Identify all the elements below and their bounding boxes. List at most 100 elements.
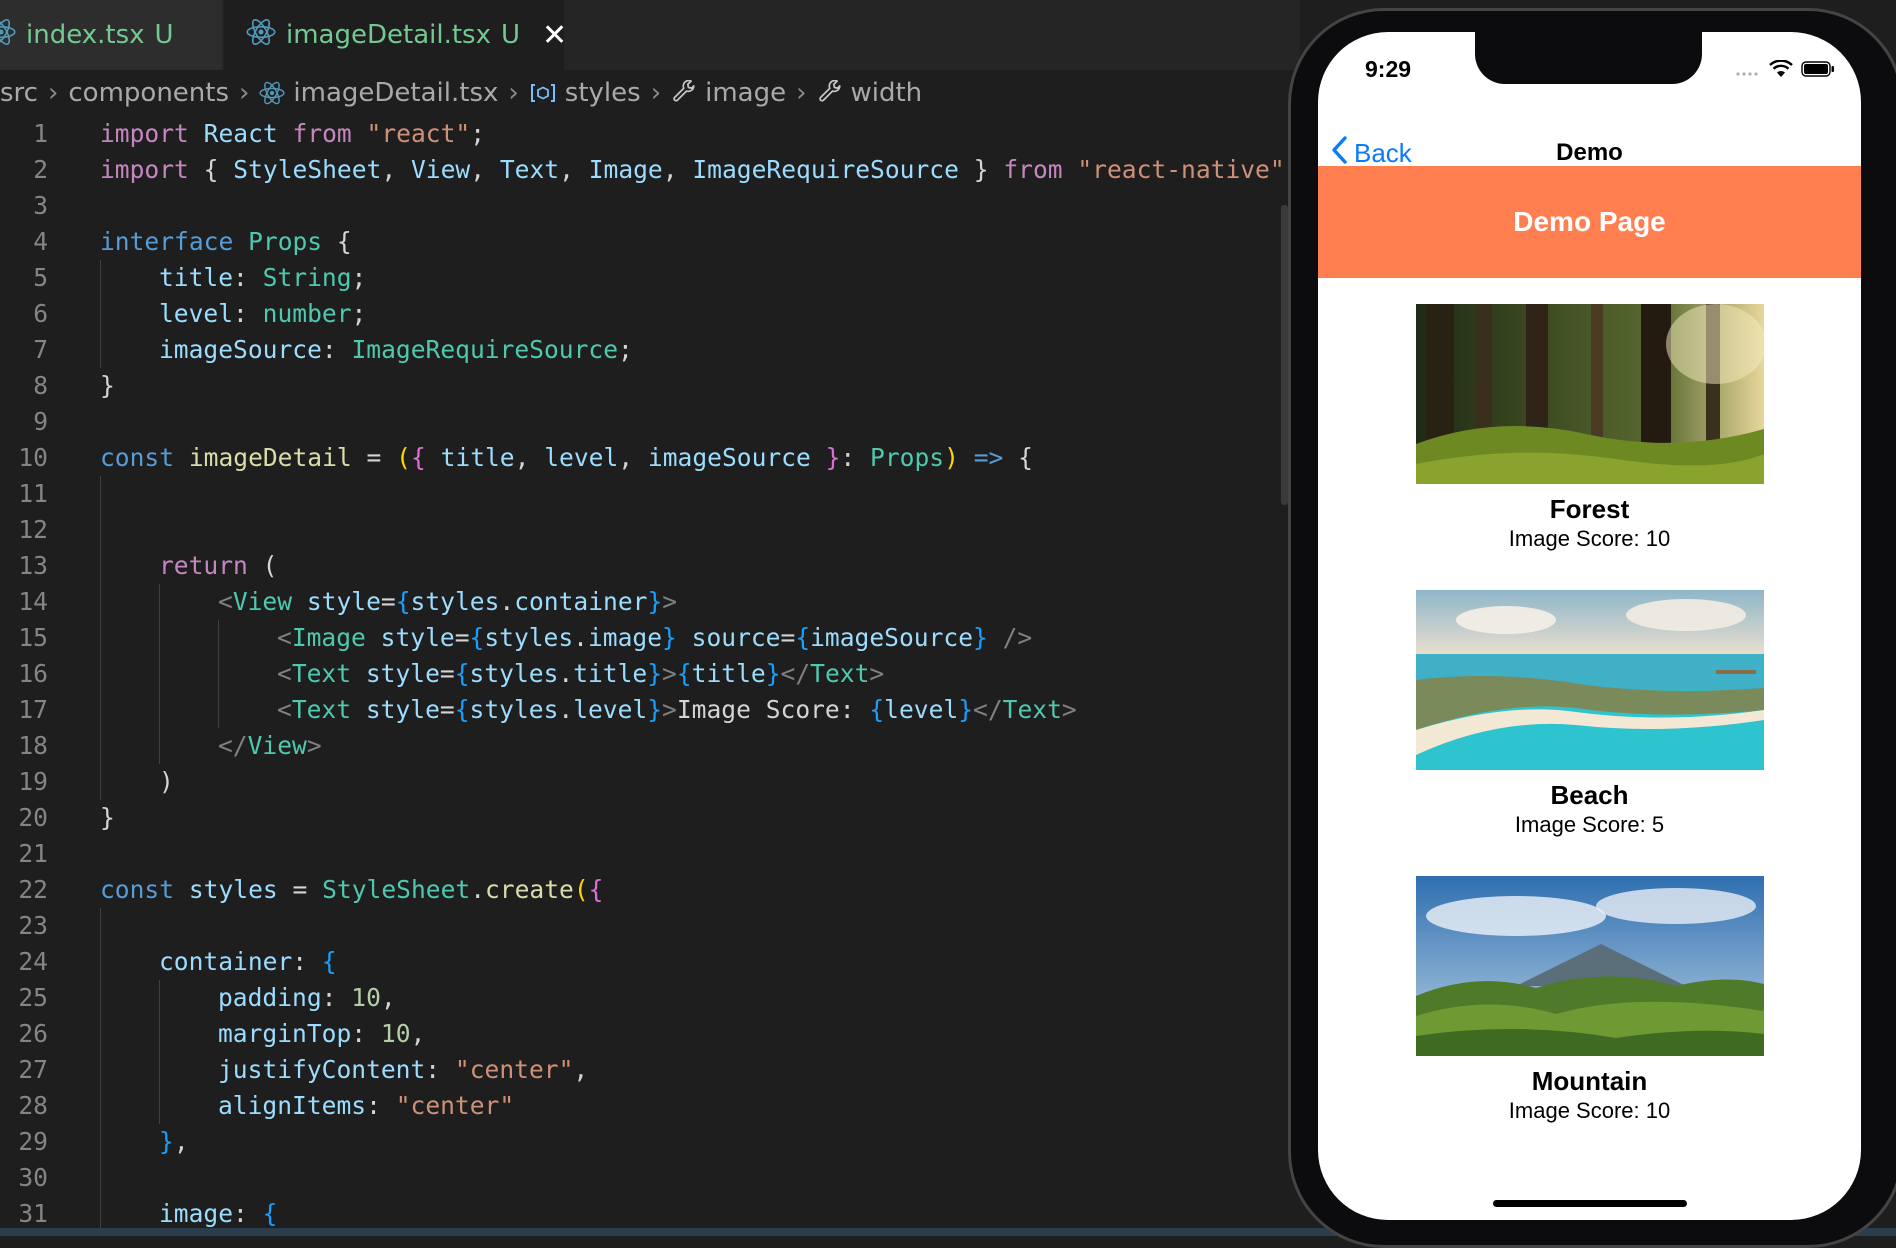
indent-guide (100, 728, 101, 764)
code-line[interactable]: 5 title: String; (0, 260, 1290, 296)
editor-scrollbar[interactable] (1281, 205, 1288, 505)
code-token: View (247, 731, 307, 760)
code-line[interactable]: 11 (0, 476, 1290, 512)
line-number: 28 (18, 1091, 48, 1120)
code-line[interactable]: 17 <Text style={styles.level}>Image Score… (0, 692, 1290, 728)
code-line[interactable]: 18 </View> (0, 728, 1290, 764)
code-line[interactable]: 6 level: number; (0, 296, 1290, 332)
code-token: = (454, 623, 470, 652)
line-number: 27 (18, 1055, 48, 1084)
code-token: const (100, 443, 189, 472)
code-token: , (380, 983, 396, 1012)
code-line[interactable]: 3 (0, 188, 1290, 224)
indent-guide (100, 692, 101, 728)
code-text: import { StyleSheet, View, Text, Image, … (100, 152, 1299, 188)
code-token: justifyContent (218, 1055, 426, 1084)
code-token: String (262, 263, 352, 292)
react-icon (0, 17, 16, 54)
code-token: styles (410, 587, 500, 616)
indent-guide (100, 584, 101, 620)
code-line[interactable]: 16 <Text style={styles.title}>{title}</Te… (0, 656, 1290, 692)
line-number: 5 (33, 263, 48, 292)
code-area[interactable]: 1 import React from "react"; 2 import { Sty… (0, 116, 1299, 1232)
code-line[interactable]: 28 alignItems: "center" (0, 1088, 1290, 1124)
code-token: } (647, 587, 663, 616)
code-token: image (159, 1199, 234, 1228)
code-line[interactable]: 14 <View style={styles.container}> (0, 584, 1290, 620)
line-number: 2 (33, 155, 48, 184)
code-line[interactable]: 23 (0, 908, 1290, 944)
code-token: style (306, 587, 381, 616)
line-number: 21 (18, 839, 48, 868)
close-icon[interactable]: ✕ (542, 18, 567, 53)
code-line[interactable]: 25 padding: 10, (0, 980, 1290, 1016)
code-token: image (587, 623, 663, 652)
code-line[interactable]: 21 (0, 836, 1290, 872)
code-token: , (662, 155, 693, 184)
code-token: : (292, 947, 322, 976)
breadcrumb-image[interactable]: image (705, 78, 786, 108)
code-token: React (203, 119, 278, 148)
code-text: imageSource: ImageRequireSource; (159, 332, 633, 368)
code-token: level (884, 695, 959, 724)
code-line[interactable]: 7 imageSource: ImageRequireSource; (0, 332, 1290, 368)
code-line[interactable]: 1 import React from "react"; (0, 116, 1290, 152)
code-line[interactable]: 27 justifyContent: "center", (0, 1052, 1290, 1088)
code-token: { (469, 623, 485, 652)
wrench-icon (671, 80, 697, 106)
line-number: 18 (18, 731, 48, 760)
home-indicator (1493, 1200, 1687, 1207)
code-line[interactable]: 10 const imageDetail = ({ title, level, i… (0, 440, 1290, 476)
tab-imagedetail-tsx[interactable]: imageDetail.tsx U ✕ (224, 0, 567, 70)
code-line[interactable]: 24 container: { (0, 944, 1290, 980)
code-token: ; (351, 299, 367, 328)
code-token: { (795, 623, 811, 652)
code-token: ; (351, 263, 367, 292)
code-line[interactable]: 20} (0, 800, 1290, 836)
code-line[interactable]: 30 (0, 1160, 1290, 1196)
code-text: marginTop: 10, (218, 1016, 425, 1052)
code-line[interactable]: 4 interface Props { (0, 224, 1290, 260)
code-token: = (780, 623, 796, 652)
code-token: < (277, 623, 292, 652)
line-number: 24 (18, 947, 48, 976)
code-line[interactable]: 2 import { StyleSheet, View, Text, Image,… (0, 152, 1299, 188)
code-line[interactable]: 22 const styles = StyleSheet.create({ (0, 872, 1290, 908)
breadcrumb-width[interactable]: width (851, 78, 923, 108)
breadcrumb-src[interactable]: src (0, 78, 38, 108)
code-line[interactable]: 26 marginTop: 10, (0, 1016, 1290, 1052)
code-line[interactable]: 19) (0, 764, 1290, 800)
tab-index-tsx[interactable]: index.tsx U (0, 0, 223, 70)
indent-guide (159, 584, 160, 620)
code-line[interactable]: 31 image: { (0, 1196, 1290, 1232)
code-line[interactable]: 15 <Image style={styles.image} source={im… (0, 620, 1290, 656)
line-number: 26 (18, 1019, 48, 1048)
code-token: styles (469, 695, 559, 724)
breadcrumb-styles[interactable]: styles (565, 78, 641, 108)
code-token: : (321, 983, 352, 1012)
code-line[interactable]: 12 (0, 512, 1290, 548)
phone-notch (1475, 32, 1702, 84)
code-token: { (262, 1199, 278, 1228)
code-line[interactable]: 29}, (0, 1124, 1290, 1160)
line-number: 25 (18, 983, 48, 1012)
code-token: ( (262, 551, 278, 580)
indent-guide (218, 620, 219, 656)
code-token: imageSource (810, 623, 973, 652)
code-line[interactable]: 9 (0, 404, 1290, 440)
tab-label: imageDetail.tsx (286, 20, 491, 50)
untracked-badge: U (154, 20, 174, 50)
breadcrumb-file[interactable]: imageDetail.tsx (293, 78, 498, 108)
indent-guide (100, 296, 101, 332)
code-token: = (380, 587, 396, 616)
indent-guide (100, 1124, 101, 1160)
code-token: </ (780, 659, 811, 688)
code-text: return ( (159, 548, 277, 584)
code-token: level (573, 695, 648, 724)
code-token: container (514, 587, 648, 616)
code-token: Text (291, 695, 366, 724)
breadcrumb-components[interactable]: components (68, 78, 229, 108)
code-line[interactable]: 8} (0, 368, 1290, 404)
code-token: imageSource (647, 443, 811, 472)
code-line[interactable]: 13 return ( (0, 548, 1290, 584)
